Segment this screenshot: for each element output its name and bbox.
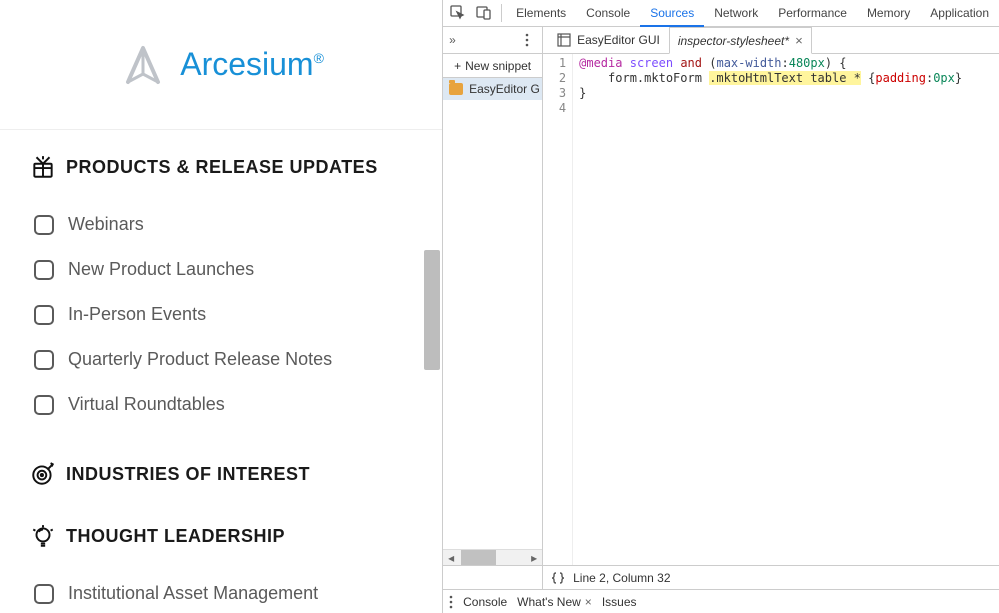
snippets-navigator: + New snippet EasyEditor G ◂ ▸ bbox=[443, 54, 543, 565]
open-files-tabs: EasyEditor GUI inspector-stylesheet* × bbox=[543, 27, 999, 53]
option-label: In-Person Events bbox=[68, 304, 206, 325]
line-number: 3 bbox=[543, 86, 566, 101]
folder-icon bbox=[449, 83, 463, 95]
tab-sources[interactable]: Sources bbox=[640, 0, 704, 27]
checkbox-option[interactable]: New Product Launches bbox=[30, 247, 412, 292]
option-label: New Product Launches bbox=[68, 259, 254, 280]
checkbox-option[interactable]: In-Person Events bbox=[30, 292, 412, 337]
new-snippet-label: New snippet bbox=[465, 59, 531, 73]
brand-header: Arcesium® bbox=[0, 0, 442, 130]
scrollbar-thumb[interactable] bbox=[461, 550, 496, 565]
file-tab[interactable]: inspector-stylesheet* × bbox=[669, 27, 812, 54]
devtools-panel: Elements Console Sources Network Perform… bbox=[442, 0, 999, 613]
file-tab[interactable]: EasyEditor GUI bbox=[549, 27, 669, 54]
close-icon[interactable]: × bbox=[585, 595, 592, 609]
section-header: THOUGHT LEADERSHIP bbox=[30, 523, 412, 549]
line-gutter: 1 2 3 4 bbox=[543, 54, 573, 565]
code-line[interactable]: @media screen and (max-width:480px) { bbox=[579, 56, 962, 71]
scroll-left-icon[interactable]: ◂ bbox=[443, 550, 459, 565]
file-tab-label: inspector-stylesheet* bbox=[678, 34, 789, 48]
form-body: PRODUCTS & RELEASE UPDATES Webinars New … bbox=[0, 130, 442, 613]
checkbox-icon[interactable] bbox=[34, 260, 54, 280]
option-label: Quarterly Product Release Notes bbox=[68, 349, 332, 370]
tab-console[interactable]: Console bbox=[576, 0, 640, 26]
drawer-tab-issues[interactable]: Issues bbox=[602, 595, 637, 609]
page-panel: Arcesium® PRODUCTS & RELEASE UPDATES Web… bbox=[0, 0, 442, 613]
kebab-menu-icon[interactable] bbox=[514, 27, 540, 53]
code-line[interactable]: } bbox=[579, 86, 962, 101]
tab-elements[interactable]: Elements bbox=[506, 0, 576, 26]
lightbulb-icon bbox=[30, 523, 56, 549]
cursor-position: Line 2, Column 32 bbox=[573, 571, 670, 585]
sources-tabbar: » EasyEditor GUI inspector-stylesheet* × bbox=[443, 27, 999, 54]
devtools-toolbar: Elements Console Sources Network Perform… bbox=[443, 0, 999, 27]
checkbox-icon[interactable] bbox=[34, 350, 54, 370]
scroll-right-icon[interactable]: ▸ bbox=[526, 550, 542, 565]
status-left-spacer bbox=[443, 566, 543, 589]
option-label: Virtual Roundtables bbox=[68, 394, 225, 415]
checkbox-option[interactable]: Institutional Asset Management bbox=[30, 571, 412, 613]
tab-performance[interactable]: Performance bbox=[768, 0, 857, 26]
line-number: 2 bbox=[543, 71, 566, 86]
separator bbox=[501, 4, 502, 22]
line-number: 4 bbox=[543, 101, 566, 116]
section-title: INDUSTRIES OF INTEREST bbox=[64, 464, 312, 485]
brand-name: Arcesium® bbox=[180, 46, 324, 83]
arcesium-logo-icon bbox=[118, 40, 168, 90]
target-icon bbox=[30, 461, 56, 487]
plus-icon: + bbox=[454, 59, 461, 73]
editor-status-bar: Line 2, Column 32 bbox=[443, 565, 999, 589]
option-list: Institutional Asset Management bbox=[30, 571, 412, 613]
file-tab-label: EasyEditor GUI bbox=[577, 33, 660, 47]
checkbox-option[interactable]: Webinars bbox=[30, 202, 412, 247]
section-title: THOUGHT LEADERSHIP bbox=[64, 526, 287, 547]
checkbox-icon[interactable] bbox=[34, 215, 54, 235]
close-icon[interactable]: × bbox=[795, 33, 803, 48]
tab-network[interactable]: Network bbox=[704, 0, 768, 26]
pretty-print-icon[interactable] bbox=[551, 571, 565, 585]
checkbox-option[interactable]: Quarterly Product Release Notes bbox=[30, 337, 412, 382]
page-source-icon bbox=[557, 33, 571, 47]
section-title: PRODUCTS & RELEASE UPDATES bbox=[64, 157, 380, 178]
new-snippet-button[interactable]: + New snippet bbox=[443, 54, 542, 78]
drawer-tab-console[interactable]: Console bbox=[463, 595, 507, 609]
code-line[interactable] bbox=[579, 101, 962, 116]
option-label: Webinars bbox=[68, 214, 144, 235]
line-number: 1 bbox=[543, 56, 566, 71]
devtools-drawer: Console What's New × Issues bbox=[443, 589, 999, 613]
vertical-scrollbar-thumb[interactable] bbox=[424, 250, 440, 370]
option-label: Institutional Asset Management bbox=[68, 583, 318, 604]
section-header: PRODUCTS & RELEASE UPDATES bbox=[30, 154, 412, 180]
more-tabs-icon[interactable]: » bbox=[445, 27, 460, 53]
code-content[interactable]: @media screen and (max-width:480px) { fo… bbox=[573, 54, 968, 565]
gift-icon bbox=[30, 154, 56, 180]
file-tree-item[interactable]: EasyEditor G bbox=[443, 78, 542, 100]
checkbox-icon[interactable] bbox=[34, 584, 54, 604]
checkbox-icon[interactable] bbox=[34, 395, 54, 415]
device-toggle-icon[interactable] bbox=[471, 0, 497, 26]
tab-memory[interactable]: Memory bbox=[857, 0, 920, 26]
navigator-header: » bbox=[443, 27, 543, 53]
code-line[interactable]: form.mktoForm .mktoHtmlText table * {pad… bbox=[579, 71, 962, 86]
drawer-tab-whatsnew[interactable]: What's New × bbox=[517, 595, 592, 609]
checkbox-option[interactable]: Virtual Roundtables bbox=[30, 382, 412, 427]
sources-main: + New snippet EasyEditor G ◂ ▸ 1 2 3 4 @… bbox=[443, 54, 999, 565]
checkbox-icon[interactable] bbox=[34, 305, 54, 325]
kebab-menu-icon[interactable] bbox=[449, 595, 453, 609]
inspect-element-icon[interactable] bbox=[445, 0, 471, 26]
tab-application[interactable]: Application bbox=[920, 0, 999, 26]
code-editor[interactable]: 1 2 3 4 @media screen and (max-width:480… bbox=[543, 54, 999, 565]
file-tree-label: EasyEditor G bbox=[469, 82, 540, 96]
section-header: INDUSTRIES OF INTEREST bbox=[30, 461, 412, 487]
option-list: Webinars New Product Launches In-Person … bbox=[30, 202, 412, 427]
horizontal-scrollbar[interactable]: ◂ ▸ bbox=[443, 549, 542, 565]
